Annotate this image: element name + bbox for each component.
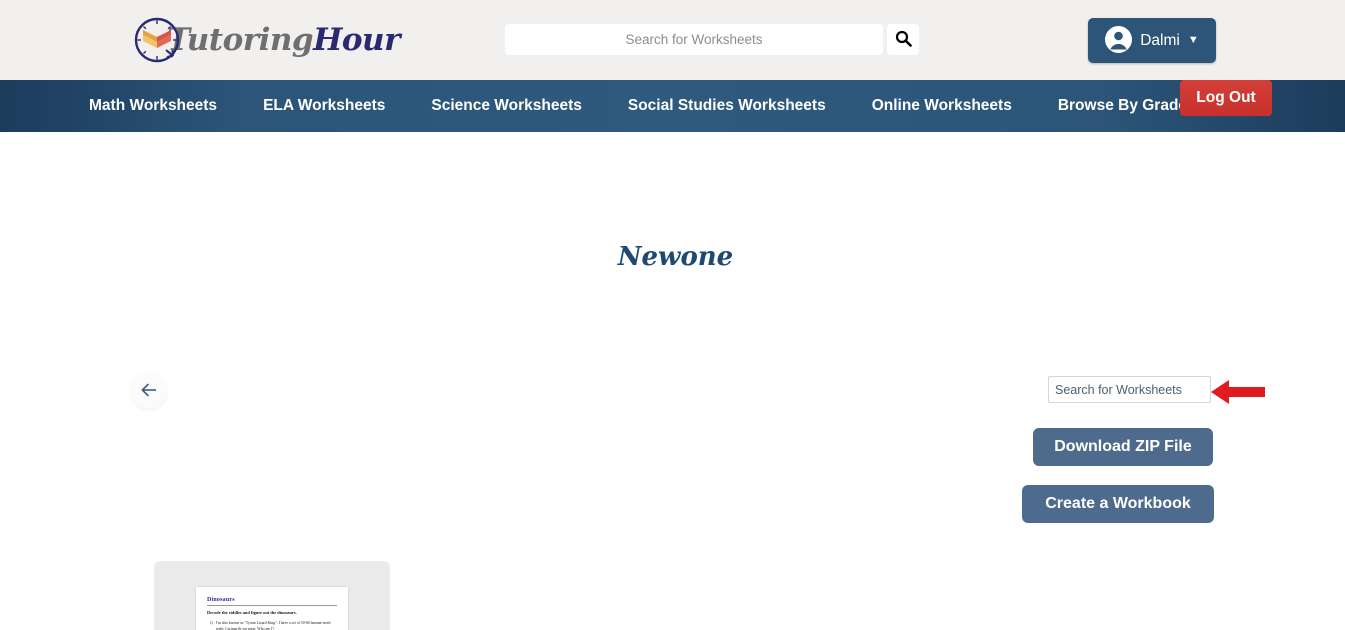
logout-button[interactable]: Log Out [1180, 80, 1272, 116]
search-button[interactable] [887, 24, 919, 55]
worksheet-actions-panel: Download ZIP File Create a Workbook [1020, 376, 1280, 523]
header-search [505, 24, 919, 55]
download-zip-button[interactable]: Download ZIP File [1033, 428, 1213, 466]
create-workbook-button[interactable]: Create a Workbook [1022, 485, 1214, 523]
search-input[interactable] [505, 24, 883, 55]
question-number: 1) [209, 621, 213, 625]
top-header: TutoringHour Dalmi ▼ [0, 0, 1345, 80]
panel-search-input[interactable] [1048, 376, 1211, 403]
worksheet-title-divider [207, 605, 337, 606]
user-menu-button[interactable]: Dalmi ▼ [1088, 18, 1216, 63]
worksheet-thumbnail-card[interactable]: Dinosaurs Decode the riddles and figure … [154, 561, 390, 630]
main-navigation: Math Worksheets ELA Worksheets Science W… [0, 80, 1345, 132]
chevron-down-icon: ▼ [1187, 34, 1199, 46]
nav-item-science-worksheets[interactable]: Science Worksheets [431, 97, 581, 115]
nav-item-online-worksheets[interactable]: Online Worksheets [872, 97, 1012, 115]
logo-text-hour: Hour [313, 22, 400, 58]
nav-item-ela-worksheets[interactable]: ELA Worksheets [263, 97, 385, 115]
user-avatar-icon [1105, 25, 1133, 56]
nav-item-browse-by-grade[interactable]: Browse By Grade [1058, 97, 1187, 115]
logo-text-tutoring: Tutoring [167, 22, 314, 58]
user-name-label: Dalmi [1140, 31, 1180, 49]
worksheet-title: Dinosaurs [207, 597, 235, 603]
back-button[interactable] [131, 373, 167, 409]
nav-items: Math Worksheets ELA Worksheets Science W… [89, 97, 1187, 115]
worksheet-question: 1) I'm also known as "Tyrant Lizard King… [207, 621, 337, 630]
search-icon [895, 30, 912, 50]
worksheet-preview-page: Dinosaurs Decode the riddles and figure … [196, 587, 348, 630]
clock-book-logo-icon [133, 16, 181, 64]
red-arrow-left-icon [1211, 378, 1267, 406]
site-logo[interactable]: TutoringHour [133, 14, 400, 66]
worksheet-subtitle: Decode the riddles and figure out the di… [207, 610, 297, 615]
page-title: Newone [617, 242, 734, 272]
arrow-left-icon [139, 380, 159, 403]
main-content: Newone Download ZIP File Create a Workbo… [0, 132, 1345, 630]
nav-item-math-worksheets[interactable]: Math Worksheets [89, 97, 217, 115]
logo-wordmark: TutoringHour [167, 22, 400, 58]
nav-item-social-studies-worksheets[interactable]: Social Studies Worksheets [628, 97, 826, 115]
question-text: I'm also known as "Tyrant Lizard King". … [216, 621, 331, 630]
